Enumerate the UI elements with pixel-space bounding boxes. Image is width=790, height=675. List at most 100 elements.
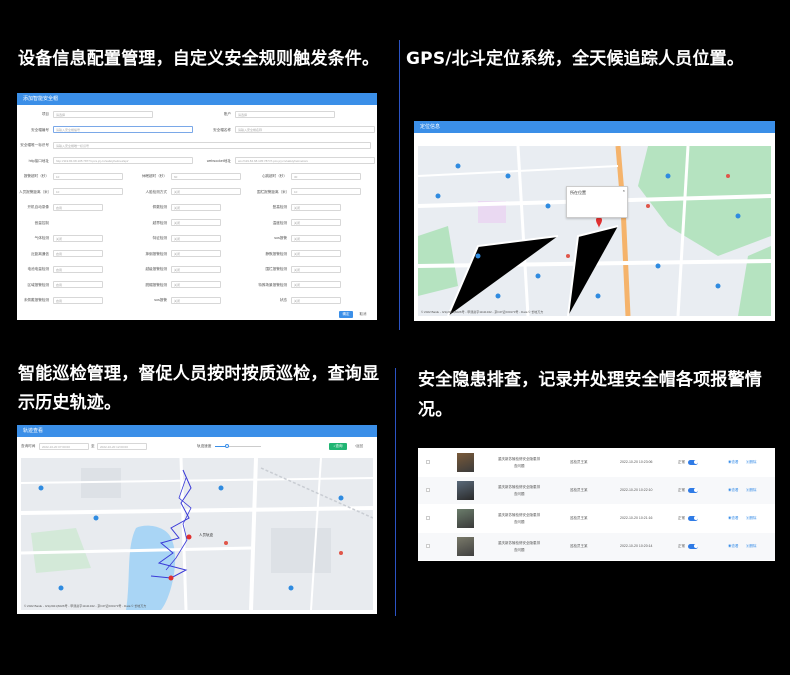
field-input[interactable]: 请选择 (235, 110, 335, 118)
field-input[interactable]: 请输入安全帽编号 (53, 126, 193, 133)
field-input[interactable]: 关闭 (171, 281, 221, 288)
speed-slider-handle[interactable] (225, 444, 229, 448)
field-input[interactable]: 10 (291, 188, 361, 195)
field-input[interactable]: 10 (53, 188, 123, 195)
status-toggle[interactable] (688, 543, 698, 549)
field-input[interactable]: 关闭 (291, 219, 341, 226)
location-map[interactable]: 所在位置 × © 2022 Baidu - GS(2021)6026号 - 甲测… (418, 146, 771, 316)
field-input[interactable]: 关闭 (291, 250, 341, 257)
field-input[interactable]: 关闭 (291, 296, 341, 304)
field-label: 人脸检测方式 (145, 189, 167, 194)
field-label: 围栏报警距离（米） (257, 189, 287, 194)
hazard-photo[interactable] (457, 537, 474, 556)
status-toggle[interactable] (688, 459, 698, 465)
row-checkbox[interactable] (426, 516, 430, 520)
end-time-input[interactable]: 2022-10-20 12:00:00 (97, 442, 147, 450)
field-input[interactable]: 关闭 (53, 234, 103, 242)
field-input[interactable]: 关闭 (171, 188, 241, 195)
field-label: 温度检测 (272, 220, 287, 225)
field-label: 特殊场景报警检测 (258, 282, 287, 287)
caption-patrol-line1: 智能巡检管理，督促人员按时按质巡检，查询显 (18, 364, 380, 384)
start-time-input[interactable]: 2022-10-20 07:00:00 (39, 442, 89, 450)
hazard-panel: 重庆新苏陵检修安全隐患排 查问题 巡检员王某 2022-10-20 10:23:06 正… (418, 448, 775, 561)
field-input[interactable]: http://119.84.68.105:7877/t.pcs.jcj.cn/s… (53, 157, 193, 164)
field-label: sos报警 (274, 236, 287, 240)
row-checkbox[interactable] (426, 544, 430, 548)
view-link[interactable]: ◉查看 (728, 460, 739, 465)
field-input[interactable]: 关闭 (291, 265, 341, 273)
cancel-button[interactable]: 取消 (356, 311, 370, 318)
status-text: 正常 (678, 488, 685, 492)
field-input[interactable]: 关闭 (291, 234, 341, 242)
form-row: 电池电量检测 启用 越级报警检测 关闭 围栏报警检测 关闭 (21, 264, 373, 274)
delete-link[interactable]: ▣删除 (746, 516, 757, 521)
hazard-description-line2: 查问题 (514, 520, 525, 524)
delete-link[interactable]: ▣删除 (746, 544, 757, 549)
field-input[interactable]: 启用 (53, 265, 103, 273)
form-row: 气体检测 关闭 特征检测 关闭 sos报警 关闭 (21, 233, 373, 243)
field-input[interactable]: 关闭 (291, 203, 341, 211)
field-input[interactable]: 启用 (53, 250, 103, 257)
location-panel: 定位信息 所在位置 × © 2022 Baidu - GS(2021)6026号… (414, 121, 775, 321)
field-input[interactable]: 请输入安全帽唯一标识号 (53, 141, 371, 149)
delete-link[interactable]: ▣删除 (746, 460, 757, 465)
field-input[interactable]: 启用 (53, 203, 103, 211)
field-input[interactable]: 启用 (53, 296, 103, 304)
status-toggle[interactable] (688, 487, 698, 493)
field-label: 开机自动录像 (27, 205, 49, 209)
back-button[interactable]: ‹返回 (351, 443, 367, 450)
track-toolbar: 查询时间 2022-10-20 07:00:00 至 2022-10-20 12… (17, 439, 377, 453)
field-label: 气体检测 (34, 236, 49, 240)
field-label: 区域报警检测 (27, 282, 49, 287)
field-input[interactable]: 60 (171, 172, 241, 180)
row-checkbox[interactable] (426, 460, 430, 464)
form-row: 安全帽唯一标识号 请输入安全帽唯一标识号 (20, 140, 373, 150)
confirm-button[interactable]: 确定 (339, 311, 353, 318)
row-checkbox[interactable] (426, 488, 430, 492)
hazard-description-line2: 查问题 (514, 464, 525, 468)
query-button[interactable]: ⌕查询 (329, 442, 347, 450)
map-tiles (418, 146, 771, 316)
field-input[interactable]: 关闭 (171, 219, 221, 226)
field-input[interactable]: 关闭 (171, 265, 221, 273)
range-separator: 至 (91, 444, 95, 448)
track-map-tiles (21, 458, 373, 610)
field-label: 安全帽编号 (31, 127, 49, 132)
field-input[interactable]: 关闭 (171, 250, 221, 257)
hazard-photo[interactable] (457, 509, 474, 528)
field-label: 音量控制 (34, 220, 49, 225)
status-toggle[interactable] (688, 515, 698, 521)
delete-link[interactable]: ▣删除 (746, 488, 757, 493)
hazard-description-line2: 查问题 (514, 492, 525, 496)
field-input[interactable]: 关闭 (171, 296, 221, 304)
field-input[interactable]: 30 (291, 172, 361, 180)
field-input[interactable]: 关闭 (171, 203, 221, 211)
caption-hazard-check: 安全隐患排查，记录并处理安全帽各项报警情况。 (418, 370, 762, 420)
field-label: 账户 (223, 112, 231, 116)
view-link[interactable]: ◉查看 (728, 488, 739, 493)
field-input[interactable]: ws://119.84.68.105:7877/t.pcs.jcj.cn/saf… (235, 157, 375, 164)
hazard-photo[interactable] (457, 481, 474, 500)
track-map[interactable]: 人员轨迹 © 2022 Baidu - GS(2021)6026号 - 甲测资字… (21, 458, 373, 610)
device-form: 项目 请选择 账户 请选择 安全帽编号 请输入安全帽编号 安全帽名称 请输入安全帽名称 安全帽唯… (19, 109, 375, 316)
view-link[interactable]: ◉查看 (728, 516, 739, 521)
field-input[interactable]: 10 (53, 172, 123, 180)
field-input[interactable]: 关闭 (171, 234, 221, 242)
field-label: http接口地址 (28, 158, 49, 163)
field-label: 越级报警检测 (145, 267, 167, 271)
view-link[interactable]: ◉查看 (728, 544, 739, 549)
field-label: 摔倒报警检测 (145, 251, 167, 256)
report-time: 2022-10-20 10:22:10 (620, 488, 653, 492)
speed-slider[interactable] (215, 444, 261, 448)
report-time: 2022-10-20 10:21:16 (620, 516, 653, 520)
hazard-photo[interactable] (457, 453, 474, 472)
field-label: 越界检测 (152, 220, 167, 225)
caption-device-config: 设备信息配置管理，自定义安全规则触发条件。 (18, 49, 380, 69)
popup-close-icon[interactable]: × (623, 188, 625, 193)
field-input[interactable]: 请选择 (53, 110, 153, 118)
form-row: 报警超时（秒） 10 休眠超时（秒） 60 心跳超时（秒） 30 (21, 171, 373, 181)
field-input[interactable]: 请输入安全帽名称 (235, 126, 375, 133)
field-input[interactable]: 启用 (53, 281, 103, 288)
field-input[interactable]: 关闭 (291, 281, 341, 288)
status-text: 正常 (678, 516, 685, 520)
